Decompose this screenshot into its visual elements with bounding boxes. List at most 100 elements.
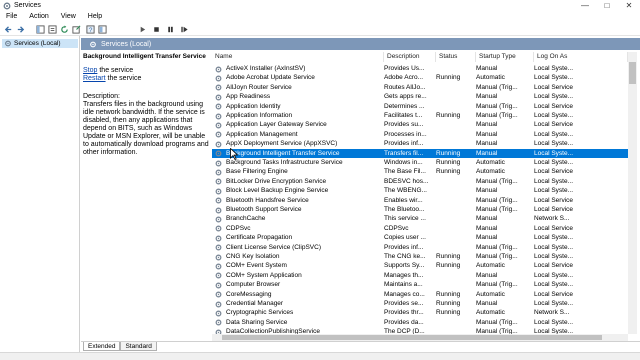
- menu-help[interactable]: Help: [82, 12, 108, 23]
- service-row[interactable]: COM+ System Application Manages th... Manu…: [212, 271, 628, 280]
- service-row[interactable]: Application Management Processes in... Man…: [212, 130, 628, 139]
- service-row[interactable]: Certificate Propagation Copies user ... Ma…: [212, 233, 628, 242]
- restart-icon[interactable]: [180, 25, 189, 34]
- service-status: [436, 214, 474, 223]
- service-row[interactable]: CoreMessaging Manages co... Running Automat…: [212, 290, 628, 299]
- gear-icon: [215, 131, 222, 138]
- refresh-icon[interactable]: [60, 25, 69, 34]
- service-row[interactable]: Cryptographic Services Provides thr... Run…: [212, 308, 628, 317]
- service-description: BDESVC hos...: [384, 177, 429, 185]
- service-log-on-as: Local Syste...: [534, 328, 574, 334]
- service-startup-type: Manual: [476, 271, 498, 279]
- service-row[interactable]: Credential Manager Provides se... Running M…: [212, 299, 628, 308]
- service-name: Adobe Acrobat Update Service: [226, 74, 315, 82]
- gear-icon: [215, 197, 222, 204]
- service-row[interactable]: AllJoyn Router Service Routes AllJo... Man…: [212, 83, 628, 92]
- gear-icon: [215, 160, 222, 167]
- svg-text:?: ?: [89, 27, 93, 34]
- service-startup-type: Manual: [476, 140, 498, 148]
- forward-icon[interactable]: [16, 25, 25, 34]
- service-row[interactable]: Base Filtering Engine The Base Fil... Runn…: [212, 167, 628, 176]
- service-row[interactable]: BranchCache This service ... Manual Network…: [212, 214, 628, 223]
- show-tree-icon[interactable]: [36, 25, 45, 34]
- column-header-log-on-as[interactable]: Log On As: [534, 52, 628, 62]
- back-icon[interactable]: [4, 25, 13, 34]
- service-description: Windows in...: [384, 159, 423, 166]
- service-description: Provides su...: [384, 121, 424, 129]
- minimize-button[interactable]: —: [574, 0, 596, 12]
- service-description: This service ...: [384, 215, 426, 223]
- service-row[interactable]: Block Level Backup Engine Service The WBE…: [212, 186, 628, 195]
- column-header-name[interactable]: Name: [212, 52, 384, 62]
- tab-standard[interactable]: Standard: [120, 342, 157, 351]
- service-startup-type: Manual: [476, 215, 498, 223]
- service-status: [436, 233, 474, 242]
- column-header-description[interactable]: Description: [384, 52, 436, 62]
- service-row[interactable]: Client License Service (ClipSVC) Provides…: [212, 243, 628, 252]
- properties-icon[interactable]: [48, 25, 57, 34]
- horizontal-scrollbar[interactable]: [212, 334, 628, 341]
- service-status: Running: [436, 159, 461, 166]
- service-description: Adobe Acro...: [384, 74, 424, 82]
- tree-item-services-local[interactable]: Services (Local): [2, 39, 78, 48]
- tab-extended[interactable]: Extended: [83, 342, 121, 351]
- service-row[interactable]: CNG Key Isolation The CNG ke... Running Man…: [212, 252, 628, 261]
- menu-file[interactable]: File: [0, 12, 23, 23]
- service-row[interactable]: Application Identity Determines ... Manual…: [212, 102, 628, 111]
- gear-icon: [215, 272, 222, 279]
- service-row[interactable]: COM+ Event System Supports Sy... Running Au…: [212, 261, 628, 270]
- service-row[interactable]: ActiveX Installer (AxInstSV) Provides Us.…: [212, 64, 628, 73]
- help-icon[interactable]: ?: [86, 25, 95, 34]
- service-description: The WBENG...: [384, 187, 427, 195]
- gear-icon: [215, 319, 222, 326]
- column-header-status[interactable]: Status: [436, 52, 476, 62]
- service-row[interactable]: BitLocker Drive Encryption Service BDESVC…: [212, 177, 628, 186]
- stop-icon[interactable]: [152, 25, 161, 34]
- service-description: Provides inf...: [384, 243, 424, 251]
- restart-service-link[interactable]: Restart: [83, 75, 106, 82]
- pause-icon[interactable]: [166, 25, 175, 34]
- description-text: Transfers files in the background using …: [83, 101, 209, 156]
- service-startup-type: Manual: [476, 224, 498, 232]
- scrollbar-thumb[interactable]: [222, 335, 602, 340]
- service-row[interactable]: Adobe Acrobat Update Service Adobe Acro..…: [212, 73, 628, 82]
- service-name: Client License Service (ClipSVC): [226, 243, 322, 251]
- service-row[interactable]: Background Intelligent Transfer Service T…: [212, 148, 628, 158]
- service-description: Transfers fil...: [384, 149, 424, 157]
- column-header-startup-type[interactable]: Startup Type: [476, 52, 534, 62]
- maximize-button[interactable]: □: [596, 0, 618, 12]
- service-row[interactable]: Application Layer Gateway Service Provide…: [212, 120, 628, 129]
- menu-bar: File Action View Help: [0, 12, 640, 23]
- service-description: The CNG ke...: [384, 253, 426, 260]
- stop-service-link[interactable]: Stop: [83, 67, 97, 74]
- service-row[interactable]: CDPSvc CDPSvc Manual Local Service: [212, 224, 628, 233]
- service-log-on-as: Local Service: [534, 196, 574, 204]
- service-status: Running: [436, 74, 461, 82]
- service-status: Running: [436, 262, 461, 270]
- view-icon[interactable]: [98, 25, 107, 34]
- service-row[interactable]: Computer Browser Maintains a... Manual (Tr…: [212, 280, 628, 289]
- service-name: App Readiness: [226, 93, 271, 101]
- service-status: [436, 196, 474, 205]
- description-pane: Background Intelligent Transfer Service …: [83, 53, 209, 333]
- scrollbar-thumb[interactable]: [629, 62, 636, 84]
- service-name: Bluetooth Support Service: [226, 206, 302, 213]
- service-row[interactable]: Data Sharing Service Provides da... Manual…: [212, 318, 628, 327]
- menu-action[interactable]: Action: [23, 12, 54, 23]
- vertical-scrollbar[interactable]: [628, 52, 637, 334]
- service-row[interactable]: Bluetooth Support Service The Bluetoo... M…: [212, 205, 628, 214]
- close-button[interactable]: ✕: [618, 0, 640, 12]
- export-icon[interactable]: [72, 25, 81, 34]
- service-row[interactable]: App Readiness Gets apps re... Manual Local …: [212, 92, 628, 101]
- service-row[interactable]: Background Tasks Infrastructure Service W…: [212, 158, 628, 167]
- service-row[interactable]: Bluetooth Handsfree Service Enables wir..…: [212, 196, 628, 205]
- service-row[interactable]: Application Information Facilitates t... R…: [212, 111, 628, 120]
- menu-view[interactable]: View: [55, 12, 82, 23]
- service-row[interactable]: DataCollectionPublishingService The DCP (…: [212, 327, 628, 334]
- start-icon[interactable]: [138, 25, 147, 34]
- gear-icon: [215, 225, 222, 232]
- service-name: Certificate Propagation: [226, 234, 293, 242]
- title-bar: Services — □ ✕: [0, 0, 640, 12]
- service-row[interactable]: AppX Deployment Service (AppXSVC) Provide…: [212, 139, 628, 148]
- service-log-on-as: Local Syste...: [534, 187, 574, 195]
